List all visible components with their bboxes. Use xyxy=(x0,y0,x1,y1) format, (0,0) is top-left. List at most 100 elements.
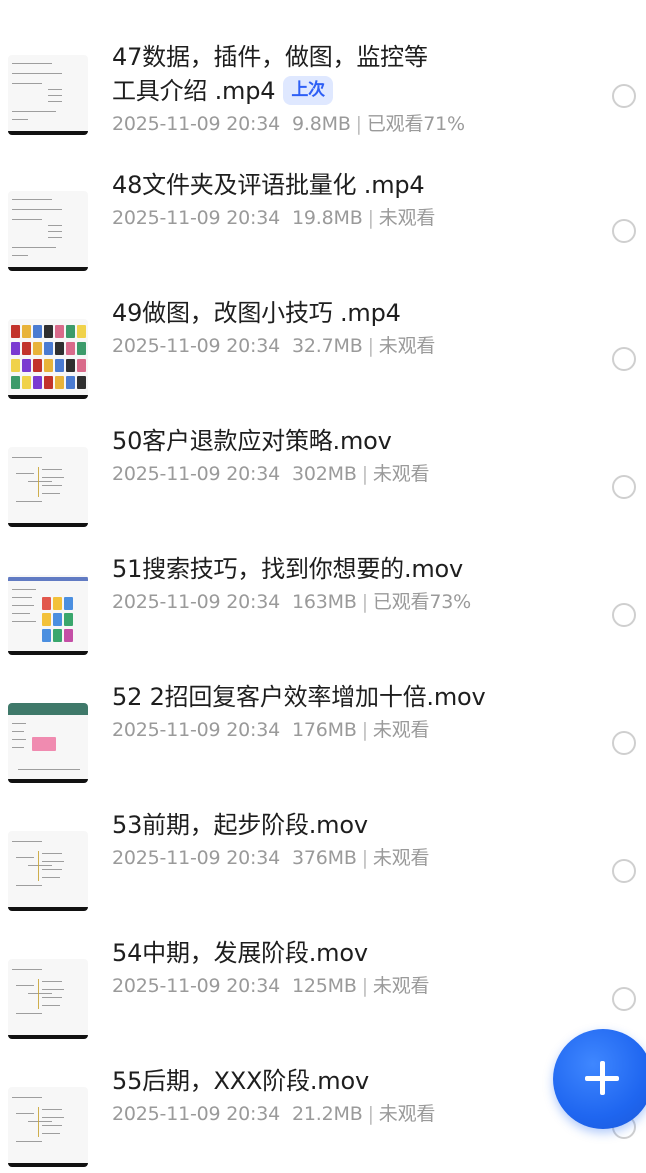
file-title: 53前期，起步阶段.mov xyxy=(112,808,582,842)
watch-status: 未观看 xyxy=(372,719,430,741)
divider: | xyxy=(355,113,362,135)
file-date: 2025-11-09 20:34 xyxy=(112,719,281,741)
file-size: 176MB xyxy=(292,719,357,741)
file-info: 50客户退款应对策略.mov 2025-11-09 20:34 302MB | 未观看 xyxy=(112,424,582,487)
list-item[interactable]: 48文件夹及评语批量化 .mp4 2025-11-09 20:34 19.8MB | 未… xyxy=(0,0,646,1173)
chat-app-thumbnail-icon xyxy=(8,703,88,783)
file-info: 49做图，改图小技巧 .mp4 2025-11-09 20:34 32.7MB | 未观… xyxy=(112,296,582,359)
file-size: 19.8MB xyxy=(292,207,363,229)
select-radio[interactable] xyxy=(612,219,636,243)
document-thumbnail-icon xyxy=(8,55,88,135)
file-title-line: 55后期，XXX阶段.mov xyxy=(112,1067,369,1095)
file-meta: 2025-11-09 20:34 376MB | 未观看 xyxy=(112,845,582,871)
file-date: 2025-11-09 20:34 xyxy=(112,335,281,357)
file-list: 47数据，插件，做图，监控等 工具介绍 .mp4 上次 2025-11-09 20:3… xyxy=(0,0,646,1173)
list-item[interactable]: 52 2招回复客户效率增加十倍.mov 2025-11-09 20:34 176MB… xyxy=(0,0,646,1173)
divider: | xyxy=(367,335,374,357)
file-size: 32.7MB xyxy=(292,335,363,357)
poster-grid-thumbnail-icon xyxy=(8,319,88,399)
mindmap-thumbnail-icon xyxy=(8,447,88,527)
file-title: 47数据，插件，做图，监控等 工具介绍 .mp4 上次 xyxy=(112,40,582,108)
file-title-line: 51搜索技巧，找到你想要的.mov xyxy=(112,555,464,583)
file-title-line: 54中期，发展阶段.mov xyxy=(112,939,368,967)
watch-status: 已观看71% xyxy=(366,113,465,135)
file-size: 9.8MB xyxy=(292,113,351,135)
watch-status: 未观看 xyxy=(378,207,436,229)
add-button[interactable] xyxy=(553,1029,646,1129)
list-item[interactable]: 49做图，改图小技巧 .mp4 2025-11-09 20:34 32.7MB | 未观… xyxy=(0,0,646,1173)
select-radio[interactable] xyxy=(612,475,636,499)
file-meta: 2025-11-09 20:34 21.2MB | 未观看 xyxy=(112,1101,582,1127)
file-date: 2025-11-09 20:34 xyxy=(112,975,281,997)
file-info: 52 2招回复客户效率增加十倍.mov 2025-11-09 20:34 176MB… xyxy=(112,680,582,743)
file-title: 51搜索技巧，找到你想要的.mov xyxy=(112,552,582,586)
watch-status: 已观看73% xyxy=(372,591,471,613)
watch-status: 未观看 xyxy=(378,1103,436,1125)
mindmap-thumbnail-icon xyxy=(8,831,88,911)
file-meta: 2025-11-09 20:34 163MB | 已观看73% xyxy=(112,589,582,615)
file-size: 376MB xyxy=(292,847,357,869)
file-title: 54中期，发展阶段.mov xyxy=(112,936,582,970)
file-info: 55后期，XXX阶段.mov 2025-11-09 20:34 21.2MB | 未观看 xyxy=(112,1064,582,1127)
file-meta: 2025-11-09 20:34 19.8MB | 未观看 xyxy=(112,205,582,231)
file-title: 50客户退款应对策略.mov xyxy=(112,424,582,458)
select-radio[interactable] xyxy=(612,859,636,883)
select-radio[interactable] xyxy=(612,347,636,371)
file-date: 2025-11-09 20:34 xyxy=(112,591,281,613)
file-title-line: 49做图，改图小技巧 .mp4 xyxy=(112,299,401,327)
file-title: 49做图，改图小技巧 .mp4 xyxy=(112,296,582,330)
file-meta: 2025-11-09 20:34 32.7MB | 未观看 xyxy=(112,333,582,359)
mindmap-thumbnail-icon xyxy=(8,1087,88,1167)
file-size: 163MB xyxy=(292,591,357,613)
file-title: 48文件夹及评语批量化 .mp4 xyxy=(112,168,582,202)
list-item[interactable]: 53前期，起步阶段.mov 2025-11-09 20:34 376MB | 未观看 xyxy=(0,0,646,1173)
divider: | xyxy=(361,719,368,741)
last-watched-badge: 上次 xyxy=(283,75,333,105)
file-title-line: 52 2招回复客户效率增加十倍.mov xyxy=(112,683,486,711)
file-info: 54中期，发展阶段.mov 2025-11-09 20:34 125MB | 未观看 xyxy=(112,936,582,999)
file-info: 48文件夹及评语批量化 .mp4 2025-11-09 20:34 19.8MB | 未… xyxy=(112,168,582,231)
file-date: 2025-11-09 20:34 xyxy=(112,847,281,869)
list-item[interactable]: 54中期，发展阶段.mov 2025-11-09 20:34 125MB | 未观看 xyxy=(0,0,646,1173)
divider: | xyxy=(367,1103,374,1125)
file-title-line: 53前期，起步阶段.mov xyxy=(112,811,368,839)
mindmap-thumbnail-icon xyxy=(8,959,88,1039)
watch-status: 未观看 xyxy=(372,463,430,485)
file-meta: 2025-11-09 20:34 176MB | 未观看 xyxy=(112,717,582,743)
file-title: 55后期，XXX阶段.mov xyxy=(112,1064,582,1098)
file-size: 302MB xyxy=(292,463,357,485)
list-item[interactable]: 50客户退款应对策略.mov 2025-11-09 20:34 302MB | 未观看 xyxy=(0,0,646,1173)
select-radio[interactable] xyxy=(612,603,636,627)
list-item[interactable]: 47数据，插件，做图，监控等 工具介绍 .mp4 上次 2025-11-09 20:3… xyxy=(0,0,646,1173)
file-date: 2025-11-09 20:34 xyxy=(112,113,281,135)
document-thumbnail-icon xyxy=(8,191,88,271)
file-meta: 2025-11-09 20:34 125MB | 未观看 xyxy=(112,973,582,999)
divider: | xyxy=(361,975,368,997)
select-radio[interactable] xyxy=(612,84,636,108)
file-title-line: 工具介绍 .mp4 xyxy=(112,77,276,105)
file-title-line: 50客户退款应对策略.mov xyxy=(112,427,392,455)
select-radio[interactable] xyxy=(612,987,636,1011)
webpage-thumbnail-icon xyxy=(8,575,88,655)
file-title-line: 48文件夹及评语批量化 .mp4 xyxy=(112,171,425,199)
divider: | xyxy=(361,463,368,485)
list-item[interactable]: 55后期，XXX阶段.mov 2025-11-09 20:34 21.2MB | 未观看 xyxy=(0,0,646,1173)
file-info: 47数据，插件，做图，监控等 工具介绍 .mp4 上次 2025-11-09 20:3… xyxy=(112,40,582,137)
file-date: 2025-11-09 20:34 xyxy=(112,463,281,485)
file-title: 52 2招回复客户效率增加十倍.mov xyxy=(112,680,582,714)
watch-status: 未观看 xyxy=(372,975,430,997)
divider: | xyxy=(361,847,368,869)
file-date: 2025-11-09 20:34 xyxy=(112,1103,281,1125)
watch-status: 未观看 xyxy=(372,847,430,869)
watch-status: 未观看 xyxy=(378,335,436,357)
file-title-line: 47数据，插件，做图，监控等 xyxy=(112,43,428,71)
divider: | xyxy=(361,591,368,613)
select-radio[interactable] xyxy=(612,731,636,755)
divider: | xyxy=(367,207,374,229)
file-info: 53前期，起步阶段.mov 2025-11-09 20:34 376MB | 未观看 xyxy=(112,808,582,871)
file-meta: 2025-11-09 20:34 9.8MB | 已观看71% xyxy=(112,111,582,137)
list-item[interactable]: 51搜索技巧，找到你想要的.mov 2025-11-09 20:34 163MB | 已… xyxy=(0,0,646,1173)
file-info: 51搜索技巧，找到你想要的.mov 2025-11-09 20:34 163MB | 已… xyxy=(112,552,582,615)
file-size: 125MB xyxy=(292,975,357,997)
file-date: 2025-11-09 20:34 xyxy=(112,207,281,229)
